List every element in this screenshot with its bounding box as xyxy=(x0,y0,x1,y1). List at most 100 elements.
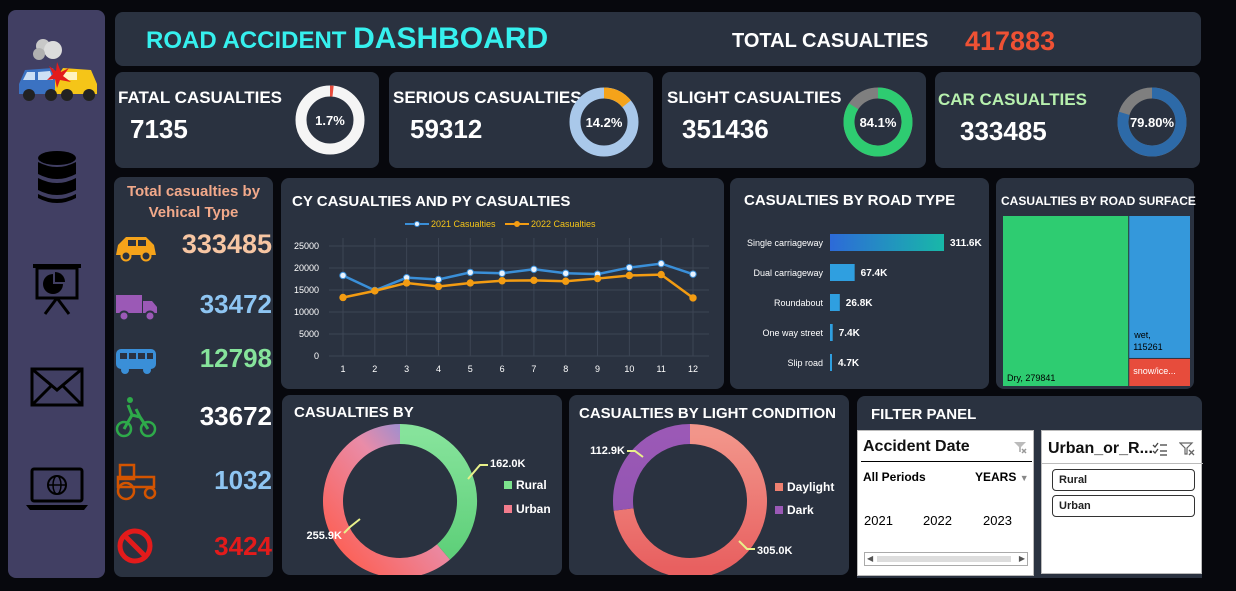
category-label: Slip road xyxy=(787,358,823,368)
filter-panel-title: FILTER PANEL xyxy=(871,406,977,423)
y-tick-label: 5000 xyxy=(299,329,319,339)
bar xyxy=(830,324,833,341)
kpi-car-label: CAR CASUALTIES xyxy=(938,90,1087,109)
vehicle-row-truck: 33472 xyxy=(114,281,272,327)
accident-date-slicer: Accident Date All Periods YEARS ▼ 2021 2… xyxy=(857,430,1034,576)
kpi-fatal-donut: 1.7% xyxy=(295,85,365,155)
years-label: YEARS xyxy=(975,470,1017,484)
year-2022[interactable]: 2022 xyxy=(923,513,952,528)
vehicle-title-line1: Total casualties by xyxy=(126,183,261,200)
presentation-icon[interactable] xyxy=(8,258,105,318)
laptop-globe-icon[interactable] xyxy=(8,462,105,514)
data-point xyxy=(402,279,411,287)
y-tick-label: 20000 xyxy=(294,263,319,273)
location-panel: CASUALTIES BY 162.0K 255.9K Rural Urban xyxy=(282,395,562,575)
data-point xyxy=(466,268,474,277)
kpi-slight-pct: 84.1% xyxy=(860,115,897,130)
kpi-car-pct: 79.80% xyxy=(1130,115,1175,130)
kpi-car-value: 333485 xyxy=(960,116,1047,146)
tractor-icon xyxy=(116,463,157,501)
years-dropdown[interactable]: YEARS ▼ xyxy=(975,470,1029,484)
vehicle-other-value: 3424 xyxy=(214,531,272,561)
line-chart-panel: CY CASUALTIES AND PY CASUALTIES 25000 200… xyxy=(281,178,724,389)
light-donut-chart: 305.0K 112.9K Daylight Dark xyxy=(590,424,834,575)
bar xyxy=(830,264,855,281)
y-tick-label: 10000 xyxy=(294,307,319,317)
road-type-panel: CASUALTIES BY ROAD TYPE Single carriagew… xyxy=(730,178,989,389)
road-surface-treemap: Dry, 279841 wet, 115261 snow/ice... xyxy=(1003,216,1190,386)
timeline-scrollbar[interactable]: ◀ ▶ xyxy=(864,552,1028,566)
database-icon[interactable] xyxy=(8,148,105,208)
y-tick-label: 0 xyxy=(314,351,319,361)
urban-slicer-title: Urban_or_R... xyxy=(1048,440,1153,457)
kpi-car-donut: 79.80% xyxy=(1117,87,1187,157)
scroll-left-icon[interactable]: ◀ xyxy=(867,554,873,563)
legend-swatch xyxy=(504,505,512,513)
car-crash-icon[interactable] xyxy=(8,32,105,112)
vehicle-row-car: 333485 xyxy=(114,221,272,267)
date-slicer-title: Accident Date xyxy=(863,438,970,455)
treemap-label: Dry, 279841 xyxy=(1007,373,1055,383)
x-tick-label: 6 xyxy=(500,364,505,374)
x-tick-label: 3 xyxy=(404,364,409,374)
data-point xyxy=(434,275,443,284)
kpi-slight-label: SLIGHT CASUALTIES xyxy=(667,88,842,107)
bar-value-label: 4.7K xyxy=(838,358,860,369)
vehicle-row-bicycle: 33672 xyxy=(114,393,272,439)
scroll-right-icon[interactable]: ▶ xyxy=(1019,554,1025,563)
data-point xyxy=(339,271,347,280)
no-entry-icon xyxy=(117,528,153,564)
all-periods-label[interactable]: All Periods xyxy=(863,470,926,484)
vehicle-row-bus: 12798 xyxy=(114,335,272,381)
data-point xyxy=(657,270,665,279)
dashboard-title: ROAD ACCIDENT DASHBOARD xyxy=(146,22,548,56)
bar xyxy=(830,354,832,371)
title-suffix: DASHBOARD xyxy=(353,22,549,55)
clear-filter-icon[interactable] xyxy=(1013,440,1027,454)
kpi-slight-donut: 84.1% xyxy=(843,87,913,157)
vehicle-bus-value: 12798 xyxy=(199,343,272,373)
clear-filter-icon[interactable] xyxy=(1179,442,1195,456)
vehicle-row-other: 3424 xyxy=(114,523,272,569)
year-2023[interactable]: 2023 xyxy=(983,513,1012,528)
light-panel: CASUALTIES BY LIGHT CONDITION 305.0K 112.… xyxy=(569,395,849,575)
kpi-fatal-value: 7135 xyxy=(130,114,188,144)
slicer-option-rural[interactable]: Rural xyxy=(1052,469,1195,491)
category-label: Roundabout xyxy=(774,298,824,308)
legend-label: Urban xyxy=(516,502,551,516)
data-point xyxy=(498,277,506,285)
data-point xyxy=(562,277,570,285)
scrollbar-thumb[interactable] xyxy=(877,556,1011,562)
category-label: Single carriageway xyxy=(747,238,824,248)
category-label: Dual carriageway xyxy=(753,268,823,278)
bar xyxy=(830,294,840,311)
x-tick-label: 1 xyxy=(340,364,345,374)
data-point xyxy=(689,270,697,278)
legend-label: 2022 Casualties xyxy=(531,219,596,229)
data-point xyxy=(625,263,634,272)
urban-slicer-divider xyxy=(1042,463,1203,464)
category-label: One way street xyxy=(762,328,823,338)
x-tick-label: 7 xyxy=(531,364,536,374)
vehicle-title-line2: Vehical Type xyxy=(148,204,239,221)
road-surface-panel: CASUALTIES BY ROAD SURFACE Dry, 279841 we… xyxy=(996,178,1196,389)
bar-value-label: 67.4K xyxy=(861,268,888,279)
data-point xyxy=(657,259,665,268)
truck-icon xyxy=(116,295,157,322)
multi-select-icon[interactable] xyxy=(1152,442,1168,456)
car-icon xyxy=(116,237,156,262)
donut-value-arc xyxy=(603,87,631,108)
urban-rural-slicer: Urban_or_R... Rural Urban xyxy=(1041,430,1203,574)
slicer-option-urban[interactable]: Urban xyxy=(1052,495,1195,517)
y-tick-label: 15000 xyxy=(294,285,319,295)
kpi-serious-pct: 14.2% xyxy=(586,115,623,130)
bar-value-label: 7.4K xyxy=(839,328,861,339)
x-tick-label: 4 xyxy=(436,364,441,374)
kpi-fatal-label: FATAL CASUALTIES xyxy=(118,88,283,107)
legend-swatch xyxy=(775,483,783,491)
legend-marker xyxy=(414,221,420,227)
kpi-serious-label: SERIOUS CASUALTIES xyxy=(393,88,582,107)
year-2021[interactable]: 2021 xyxy=(864,513,893,528)
data-point xyxy=(593,274,602,283)
mail-icon[interactable] xyxy=(8,362,105,412)
